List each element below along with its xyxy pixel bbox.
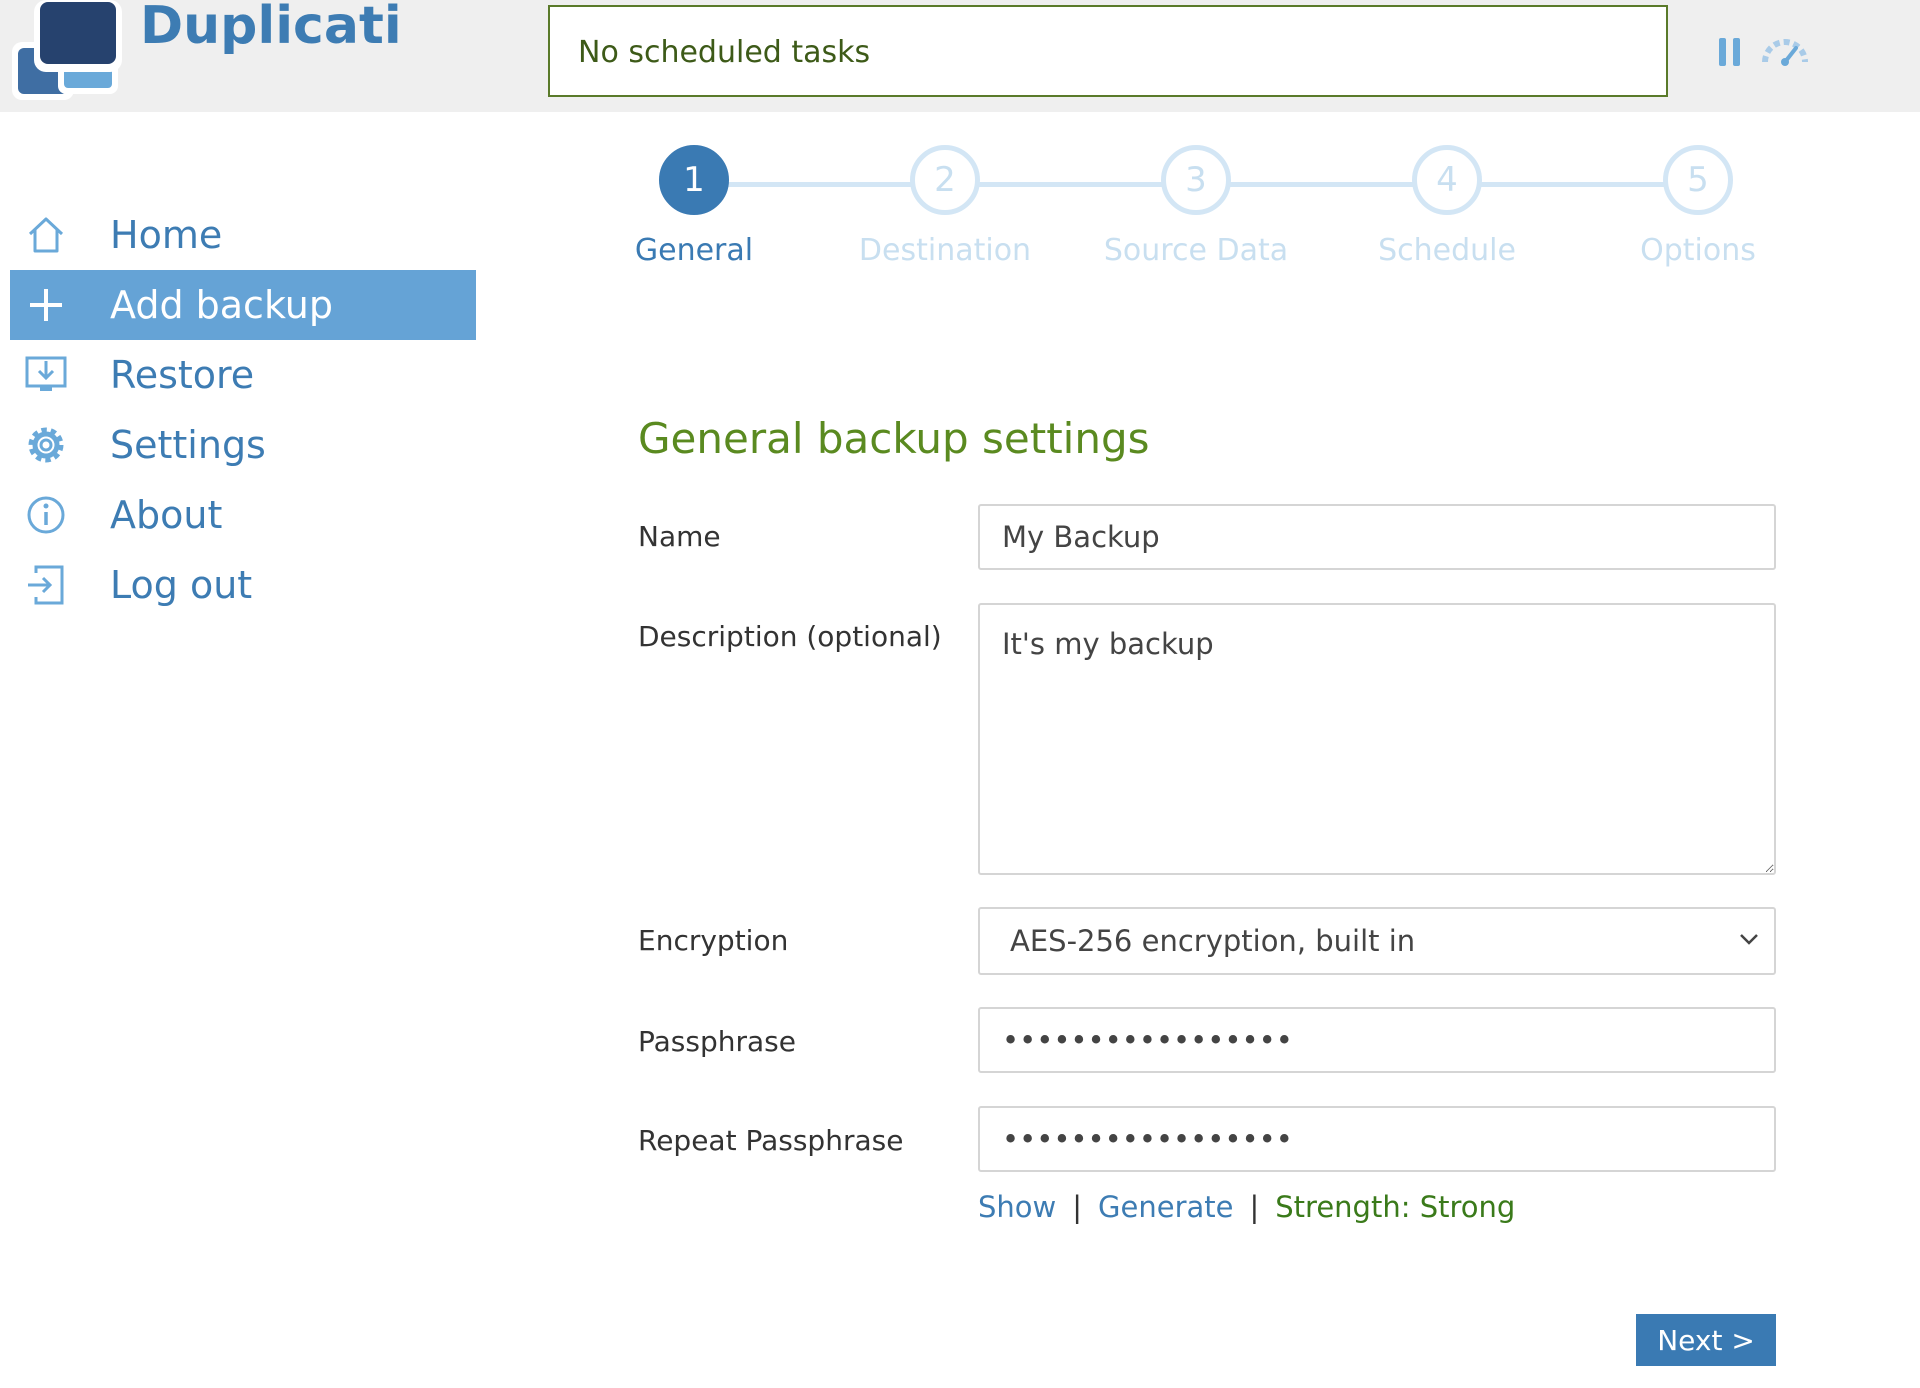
step-schedule[interactable]: 4 Schedule	[1337, 145, 1557, 268]
repeat-passphrase-label: Repeat Passphrase	[638, 1124, 904, 1157]
step-number: 4	[1412, 145, 1482, 215]
step-label: Options	[1640, 233, 1756, 268]
show-passphrase-link[interactable]: Show	[978, 1190, 1056, 1224]
next-button[interactable]: Next >	[1636, 1314, 1776, 1366]
plus-icon	[24, 283, 68, 327]
step-label: Destination	[858, 233, 1032, 268]
step-label: General	[634, 233, 754, 268]
sidebar-item-home[interactable]: Home	[10, 200, 476, 270]
pause-icon[interactable]	[1718, 36, 1742, 68]
sidebar-item-about[interactable]: About	[10, 480, 476, 550]
sidebar-item-log-out[interactable]: Log out	[10, 550, 476, 620]
encryption-selected-value: AES-256 encryption, built in	[1010, 924, 1416, 958]
step-label: Schedule	[1378, 233, 1516, 268]
brand-name: Duplicati	[140, 0, 402, 56]
step-destination[interactable]: 2 Destination	[835, 145, 1055, 268]
description-label: Description (optional)	[638, 620, 942, 653]
home-icon	[24, 213, 68, 257]
status-text: No scheduled tasks	[578, 35, 871, 70]
sidebar-item-label: Add backup	[110, 283, 333, 327]
step-number: 2	[910, 145, 980, 215]
passphrase-label: Passphrase	[638, 1025, 796, 1058]
step-options[interactable]: 5 Options	[1588, 145, 1808, 268]
repeat-passphrase-input[interactable]	[978, 1106, 1776, 1172]
status-box: No scheduled tasks	[548, 5, 1668, 97]
passphrase-actions: Show | Generate | Strength: Strong	[978, 1190, 1515, 1224]
sidebar-item-label: Restore	[110, 353, 255, 397]
wizard-steps: 1 General 2 Destination 3 Source Data 4 …	[620, 145, 1780, 285]
step-number: 1	[659, 145, 729, 215]
encryption-select[interactable]: AES-256 encryption, built in	[978, 907, 1776, 975]
step-number: 3	[1161, 145, 1231, 215]
throttle-speed-icon[interactable]	[1760, 36, 1810, 66]
name-label: Name	[638, 520, 721, 553]
gear-icon	[24, 423, 68, 467]
sidebar-item-label: Settings	[110, 423, 266, 467]
sidebar-item-label: About	[110, 493, 223, 537]
passphrase-input[interactable]	[978, 1007, 1776, 1073]
sidebar-item-settings[interactable]: Settings	[10, 410, 476, 480]
sidebar-item-label: Home	[110, 213, 223, 257]
separator: |	[1072, 1190, 1083, 1224]
step-label: Source Data	[1103, 233, 1289, 268]
generate-passphrase-link[interactable]: Generate	[1098, 1190, 1233, 1224]
restore-icon	[24, 353, 68, 397]
logout-icon	[24, 563, 68, 607]
step-number: 5	[1663, 145, 1733, 215]
info-icon	[24, 493, 68, 537]
sidebar-item-add-backup[interactable]: Add backup	[10, 270, 476, 340]
chevron-down-icon	[1740, 934, 1758, 945]
name-input[interactable]	[978, 504, 1776, 570]
sidebar-item-restore[interactable]: Restore	[10, 340, 476, 410]
section-title: General backup settings	[638, 414, 1150, 463]
duplicati-logo	[12, 0, 122, 100]
sidebar-nav: Home Add backup Restore Settings About L…	[10, 200, 476, 620]
passphrase-strength: Strength: Strong	[1275, 1190, 1516, 1224]
description-textarea[interactable]: It's my backup	[978, 603, 1776, 875]
step-general[interactable]: 1 General	[584, 145, 804, 268]
encryption-label: Encryption	[638, 924, 789, 957]
sidebar-item-label: Log out	[110, 563, 253, 607]
step-source-data[interactable]: 3 Source Data	[1086, 145, 1306, 268]
top-header: Duplicati No scheduled tasks	[0, 0, 1920, 112]
separator: |	[1249, 1190, 1260, 1224]
